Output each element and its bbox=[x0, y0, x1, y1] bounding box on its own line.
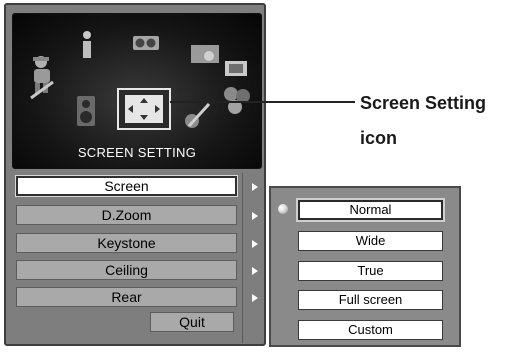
callout-line bbox=[170, 101, 355, 103]
info-icon[interactable] bbox=[79, 30, 95, 60]
technician-icon[interactable] bbox=[27, 52, 61, 100]
icon-panel: SCREEN SETTING bbox=[12, 13, 262, 169]
screen-submenu: Normal Wide True Full screen Custom bbox=[269, 186, 461, 347]
submenu-item-wide[interactable]: Wide bbox=[298, 231, 443, 251]
submenu-item-custom[interactable]: Custom bbox=[298, 320, 443, 340]
callout-label: Screen Setting bbox=[360, 93, 487, 113]
filter-icon[interactable] bbox=[183, 100, 213, 130]
chevron-right-icon bbox=[252, 294, 258, 302]
color-balls-icon[interactable] bbox=[219, 84, 255, 116]
chevron-right-icon bbox=[252, 240, 258, 248]
panel-title: SCREEN SETTING bbox=[77, 145, 197, 160]
menu-item-keystone[interactable]: Keystone bbox=[16, 233, 237, 253]
screen-setting-icon[interactable] bbox=[119, 90, 169, 128]
screen-setting-icon-frame[interactable] bbox=[117, 88, 171, 130]
callout-label-line2: icon bbox=[360, 128, 398, 148]
chevron-right-icon bbox=[252, 212, 258, 220]
submenu-item-normal[interactable]: Normal bbox=[298, 200, 443, 220]
menu-divider bbox=[242, 173, 243, 343]
settings-screen-icon[interactable] bbox=[221, 58, 251, 82]
projector-icon[interactable] bbox=[131, 32, 161, 54]
speaker-icon[interactable] bbox=[75, 94, 97, 128]
radio-selected-icon bbox=[278, 204, 288, 214]
chevron-right-icon bbox=[252, 183, 258, 191]
menu-item-screen[interactable]: Screen bbox=[16, 176, 237, 196]
menu-item-dzoom[interactable]: D.Zoom bbox=[16, 205, 237, 225]
quit-button[interactable]: Quit bbox=[150, 312, 234, 332]
submenu-item-full-screen[interactable]: Full screen bbox=[298, 290, 443, 310]
submenu-item-true[interactable]: True bbox=[298, 261, 443, 281]
chevron-right-icon bbox=[252, 267, 258, 275]
menu-item-ceiling[interactable]: Ceiling bbox=[16, 260, 237, 280]
screen-image-icon[interactable] bbox=[189, 42, 223, 68]
menu-item-rear[interactable]: Rear bbox=[16, 287, 237, 307]
